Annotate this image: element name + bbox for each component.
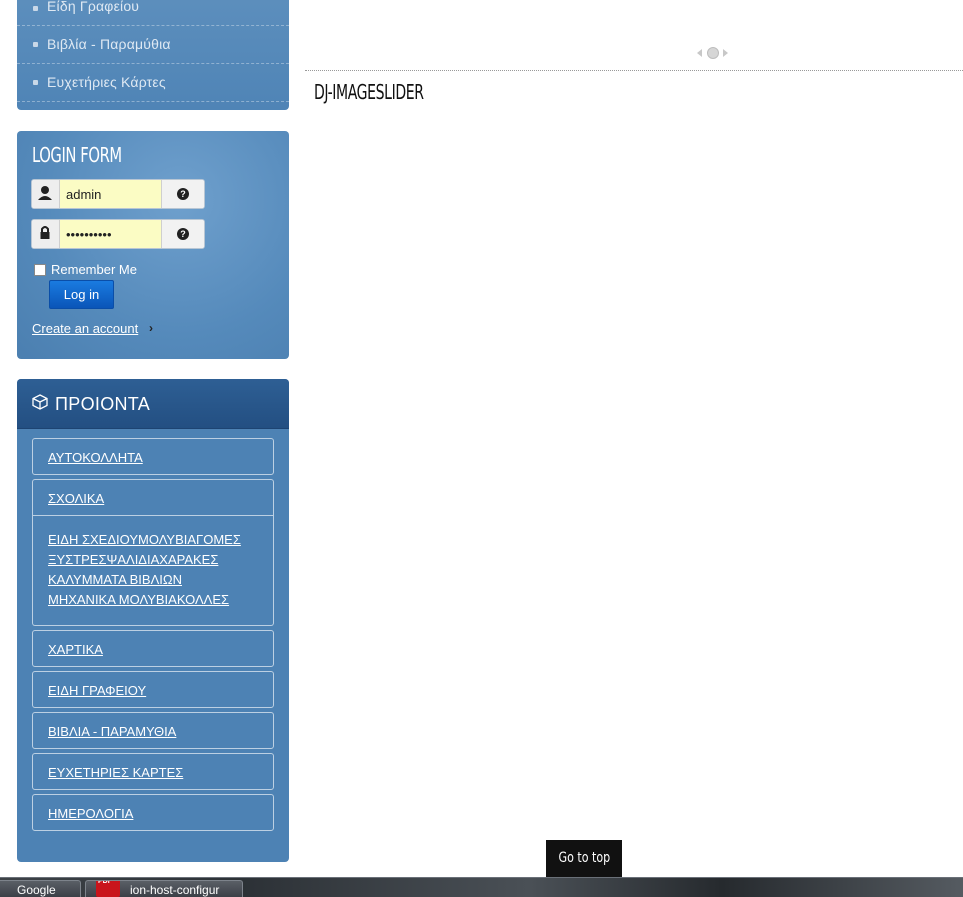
product-link-school[interactable]: ΣΧΟΛΙΚΑ (32, 479, 274, 516)
products-title: ΠΡΟΙΟΝΤΑ (55, 394, 151, 414)
user-icon (32, 180, 60, 208)
question-icon: ? (177, 228, 189, 240)
username-field: ? (31, 179, 205, 209)
cube-icon (32, 394, 48, 410)
taskbar: Google PDF ion-host-configur (0, 877, 963, 897)
slider-next-icon[interactable] (723, 49, 728, 57)
password-field: ? (31, 219, 205, 249)
product-submenu-school: ΕΙΔΗ ΣΧΕΔΙΟΥΜΟΛΥΒΙΑΓΟΜΕΣ ΞΥΣΤΡΕΣΨΑΛΙΔΙΑΧ… (32, 516, 274, 626)
top-menu-item-books[interactable]: Βιβλία - Παραμύθια (17, 26, 289, 64)
divider (305, 70, 963, 71)
bullet-icon (33, 79, 38, 85)
products-header: ΠΡΟΙΟΝΤΑ (17, 379, 289, 429)
product-sublink[interactable]: ΚΑΛΥΜΜΑΤΑ ΒΙΒΛΙΩΝ (48, 570, 258, 590)
chevron-right-icon: › (149, 321, 153, 335)
slider-navigation (697, 47, 729, 59)
product-link-stickers[interactable]: ΑΥΤΟΚΟΛΛΗΤΑ (32, 438, 274, 475)
bullet-icon (33, 41, 38, 47)
product-link-books[interactable]: ΒΙΒΛΙΑ - ΠΑΡΑΜΥΘΙΑ (32, 712, 274, 749)
product-link-calendars[interactable]: ΗΜΕΡΟΛΟΓΙΑ (32, 794, 274, 831)
login-title: LOGIN FORM (32, 143, 122, 167)
remember-me-label: Remember Me (51, 262, 137, 277)
product-link-paper[interactable]: ΧΑΡΤΙΚΑ (32, 630, 274, 667)
slider-prev-icon[interactable] (697, 49, 702, 57)
products-list: ΑΥΤΟΚΟΛΛΗΤΑ ΣΧΟΛΙΚΑ ΕΙΔΗ ΣΧΕΔΙΟΥΜΟΛΥΒΙΑΓ… (32, 438, 274, 835)
top-menu-item-office[interactable]: Είδη Γραφείου (17, 0, 289, 26)
top-menu-item-label: Είδη Γραφείου (47, 0, 140, 14)
create-account-link[interactable]: Create an account (32, 321, 138, 336)
product-link-cards[interactable]: ΕΥΧΕΤΗΡΙΕΣ ΚΑΡΤΕΣ (32, 753, 274, 790)
product-sublink[interactable]: ΕΙΔΗ ΣΧΕΔΙΟΥΜΟΛΥΒΙΑΓΟΜΕΣ (48, 530, 258, 550)
username-input[interactable] (60, 180, 163, 208)
lock-icon (32, 220, 60, 248)
top-menu-panel: Είδη Γραφείου Βιβλία - Παραμύθια Ευχετήρ… (17, 0, 289, 110)
taskbar-item-label: ion-host-configur (130, 883, 220, 897)
taskbar-item-pdf[interactable]: PDF ion-host-configur (85, 880, 243, 897)
top-menu-item-label: Βιβλία - Παραμύθια (47, 36, 171, 52)
password-input[interactable] (60, 220, 163, 248)
taskbar-item-label: Google (17, 883, 56, 897)
remember-me: Remember Me (34, 262, 137, 277)
products-panel: ΠΡΟΙΟΝΤΑ ΑΥΤΟΚΟΛΛΗΤΑ ΣΧΟΛΙΚΑ ΕΙΔΗ ΣΧΕΔΙΟ… (17, 379, 289, 862)
password-help-button[interactable]: ? (161, 220, 204, 248)
pdf-icon: PDF (96, 881, 120, 897)
login-panel: LOGIN FORM ? ? Remember Me Log in Crea (17, 131, 289, 359)
product-sublink[interactable]: ΜΗΧΑΝΙΚΑ ΜΟΛΥΒΙΑΚΟΛΛΕΣ (48, 590, 258, 610)
bullet-icon (33, 5, 38, 11)
login-button[interactable]: Log in (49, 280, 114, 309)
go-to-top-label: Go to top (558, 850, 610, 866)
go-to-top-button[interactable]: Go to top (546, 840, 622, 877)
top-menu-item-label: Ευχετήριες Κάρτες (47, 74, 166, 90)
slider-dot[interactable] (707, 47, 719, 59)
top-menu-item-cards[interactable]: Ευχετήριες Κάρτες (17, 64, 289, 102)
username-help-button[interactable]: ? (161, 180, 204, 208)
module-title: DJ-IMAGESLIDER (314, 80, 424, 104)
taskbar-item-google[interactable]: Google (0, 880, 81, 897)
product-link-office[interactable]: ΕΙΔΗ ΓΡΑΦΕΙΟΥ (32, 671, 274, 708)
question-icon: ? (177, 188, 189, 200)
remember-me-checkbox[interactable] (34, 263, 46, 276)
product-sublink[interactable]: ΞΥΣΤΡΕΣΨΑΛΙΔΙΑΧΑΡΑΚΕΣ (48, 550, 258, 570)
